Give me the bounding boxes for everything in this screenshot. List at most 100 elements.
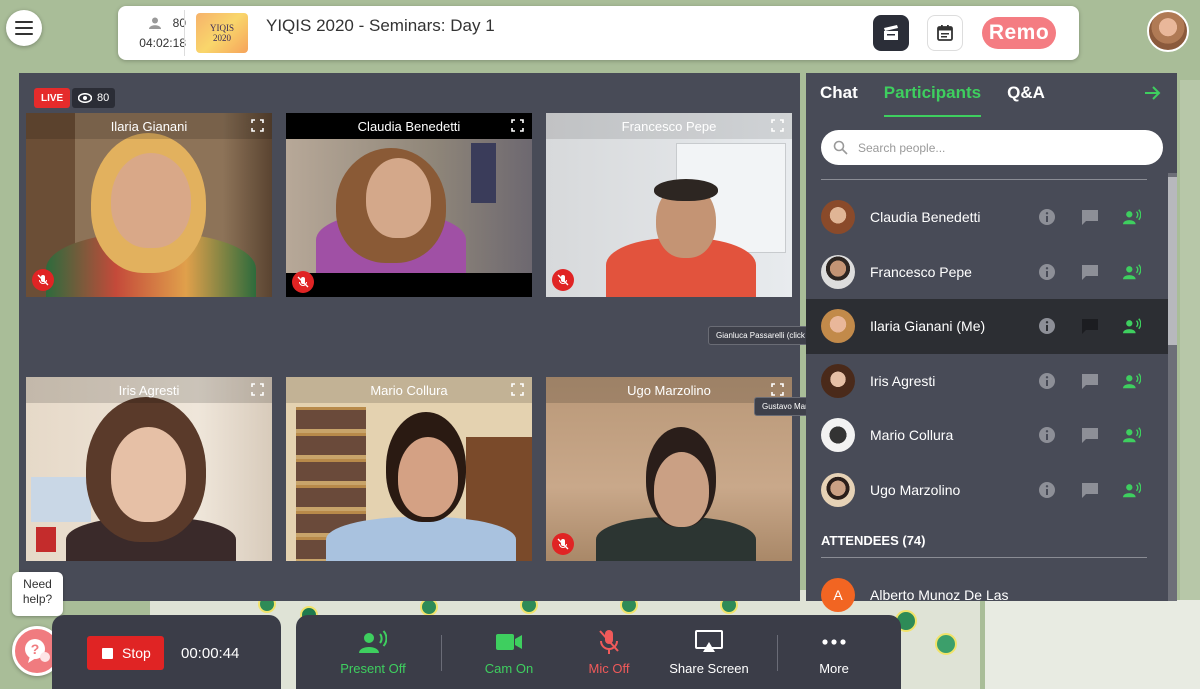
top-bar: 80 04:02:18 YIQIS 2020 YIQIS 2020 - Semi… — [118, 6, 1079, 60]
search-input[interactable] — [858, 140, 1138, 155]
info-icon[interactable] — [1038, 481, 1056, 499]
video-feed — [286, 113, 532, 297]
participant-row[interactable]: Ugo Marzolino — [806, 463, 1168, 518]
participant-row[interactable]: Francesco Pepe — [806, 245, 1168, 300]
presenter-icon[interactable] — [1123, 481, 1141, 499]
video-tile[interactable]: Iris Agresti — [26, 377, 272, 561]
user-avatar[interactable] — [1147, 10, 1189, 52]
presenter-icon[interactable] — [1123, 372, 1141, 390]
divider — [184, 10, 185, 56]
more-dots-icon — [822, 639, 846, 645]
search-box[interactable] — [821, 130, 1163, 165]
menu-button[interactable] — [6, 10, 42, 46]
floor-table[interactable] — [935, 633, 957, 655]
chat-icon[interactable] — [1081, 208, 1099, 226]
avatar: A — [821, 578, 855, 612]
remo-logo[interactable]: Remo — [982, 17, 1056, 49]
scrollbar-thumb[interactable] — [1168, 177, 1177, 345]
expand-icon[interactable] — [251, 383, 264, 396]
presenter-icon[interactable] — [1123, 208, 1141, 226]
side-panel: Chat Participants Q&A Claudia Benedetti … — [806, 73, 1177, 612]
mic-off-icon — [557, 538, 569, 550]
chat-icon[interactable] — [1081, 372, 1099, 390]
present-toggle[interactable]: Present Off — [323, 629, 423, 676]
video-tile[interactable]: Francesco Pepe — [546, 113, 792, 297]
mic-off-icon — [599, 630, 619, 654]
help-text: Need — [23, 577, 52, 591]
tab-chat[interactable]: Chat — [820, 83, 858, 115]
muted-indicator — [552, 269, 574, 291]
share-screen-icon — [695, 630, 723, 652]
chat-icon[interactable] — [1081, 481, 1099, 499]
info-icon[interactable] — [1038, 372, 1056, 390]
help-text: help? — [22, 592, 53, 606]
floor-plan-area-right — [985, 600, 1200, 689]
chat-icon[interactable] — [1081, 317, 1099, 335]
recording-bar: Stop 00:00:44 — [52, 615, 281, 689]
video-feed — [286, 377, 532, 561]
stop-label: Stop — [122, 645, 151, 661]
tile-name: Iris Agresti — [26, 377, 272, 403]
attendees-header: ATTENDEES (74) — [821, 533, 926, 548]
clapperboard-button[interactable] — [873, 15, 909, 51]
expand-icon[interactable] — [511, 119, 524, 132]
expand-icon[interactable] — [771, 119, 784, 132]
more-button[interactable]: More — [784, 629, 884, 676]
expand-icon[interactable] — [251, 119, 264, 132]
panel-tabs: Chat Participants Q&A — [820, 83, 1045, 117]
expand-icon[interactable] — [511, 383, 524, 396]
divider — [777, 635, 778, 671]
tile-name: Mario Collura — [286, 377, 532, 403]
mic-toggle[interactable]: Mic Off — [559, 629, 659, 676]
info-icon[interactable] — [1038, 208, 1056, 226]
help-bubble: Need help? — [12, 572, 63, 616]
share-screen-button[interactable]: Share Screen — [659, 629, 759, 676]
recording-timer: 00:00:44 — [181, 645, 240, 662]
calendar-button[interactable] — [927, 15, 963, 51]
stop-recording-button[interactable]: Stop — [87, 636, 164, 670]
avatar — [821, 472, 855, 507]
participant-row[interactable]: Ilaria Gianani (Me) — [806, 299, 1168, 354]
collapse-arrow-icon[interactable] — [1143, 84, 1161, 102]
participant-row[interactable]: Claudia Benedetti — [806, 190, 1168, 245]
muted-indicator — [32, 269, 54, 291]
presenter-icon[interactable] — [1123, 426, 1141, 444]
attendee-row[interactable]: A Alberto Munoz De Las — [821, 578, 1030, 612]
svg-text:?: ? — [31, 641, 40, 657]
stop-icon — [102, 647, 113, 659]
participant-row[interactable]: Iris Agresti — [806, 354, 1168, 409]
participant-name: Mario Collura — [870, 427, 954, 444]
event-title: YIQIS 2020 - Seminars: Day 1 — [266, 16, 495, 35]
video-tile[interactable]: Mario Collura — [286, 377, 532, 561]
more-label: More — [819, 661, 849, 676]
calendar-icon — [937, 25, 953, 41]
video-tile[interactable]: Ilaria Gianani — [26, 113, 272, 297]
tab-qa[interactable]: Q&A — [1007, 83, 1045, 115]
video-feed — [26, 113, 272, 297]
event-stats: 80 04:02:18 — [128, 14, 186, 50]
expand-icon[interactable] — [771, 383, 784, 396]
video-tile[interactable]: Claudia Benedetti — [286, 113, 532, 297]
chat-icon[interactable] — [1081, 426, 1099, 444]
share-screen-label: Share Screen — [669, 661, 749, 676]
chat-icon[interactable] — [1081, 263, 1099, 281]
camera-toggle[interactable]: Cam On — [459, 629, 559, 676]
floor-plan-strip — [1180, 80, 1200, 600]
video-feed — [26, 377, 272, 561]
participant-row[interactable]: Mario Collura — [806, 408, 1168, 463]
hamburger-icon — [15, 21, 33, 35]
info-icon[interactable] — [1038, 317, 1056, 335]
divider — [821, 557, 1147, 558]
avatar — [821, 200, 855, 235]
scrollbar[interactable] — [1168, 173, 1177, 601]
info-icon[interactable] — [1038, 426, 1056, 444]
mic-off-icon — [297, 276, 309, 288]
video-stage: LIVE 80 Ilaria Gianani Claudia Benedetti — [19, 73, 800, 601]
muted-indicator — [292, 271, 314, 293]
avatar — [821, 418, 855, 453]
presenter-icon[interactable] — [1123, 317, 1141, 335]
info-icon[interactable] — [1038, 263, 1056, 281]
presenter-icon[interactable] — [1123, 263, 1141, 281]
presenter-icon — [359, 630, 387, 653]
tab-participants[interactable]: Participants — [883, 83, 982, 117]
